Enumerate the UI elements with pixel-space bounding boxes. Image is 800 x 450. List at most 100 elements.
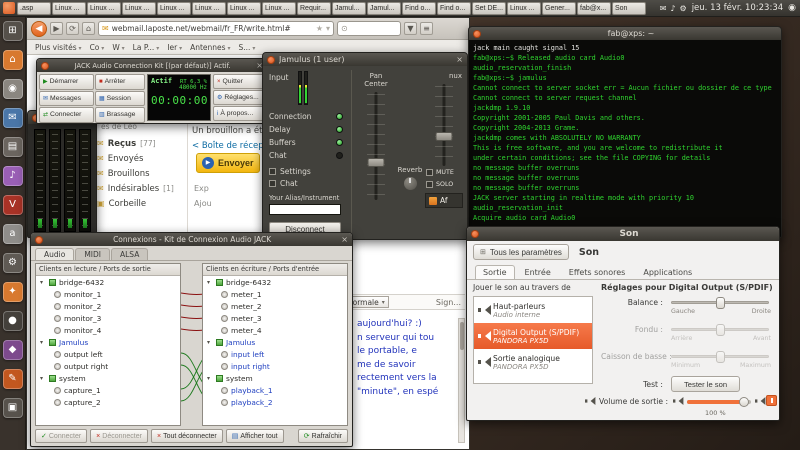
taskbar-window-button[interactable]: Linux ... [227, 2, 261, 15]
app-icon[interactable] [3, 2, 15, 14]
Indésirables[interactable]: ✉ Indésirables [1] [97, 181, 193, 196]
fader-handle[interactable] [368, 158, 385, 167]
expand-arrow-icon[interactable]: ▾ [207, 375, 213, 382]
close-button[interactable] [35, 236, 43, 244]
taskbar-window-button[interactable]: Linux ... [507, 2, 541, 15]
taskbar-window-button[interactable]: Linux ... [122, 2, 156, 15]
port-tree-row[interactable]: ▾ Jamulus [36, 336, 180, 348]
connections-button[interactable]: ⟳ Rafraîchir [298, 429, 348, 443]
mute-checkbox[interactable]: MUTE [424, 166, 464, 178]
expand-arrow-icon[interactable]: ▾ [40, 339, 46, 346]
inbox-back-link[interactable]: < Boîte de récept [192, 141, 267, 151]
alias-input[interactable] [269, 204, 341, 215]
qjackctl-titlebar[interactable]: JACK Audio Connection Kit [(par défaut)]… [37, 59, 267, 72]
mail-icon[interactable]: ✉ [3, 108, 23, 128]
connections-button[interactable]: ✓ Connecter [35, 429, 87, 443]
connections-titlebar[interactable]: Connexions - Kit de Connexion Audio JACK… [31, 233, 352, 246]
slider-track[interactable] [671, 301, 769, 304]
browser-icon[interactable]: ◉ [3, 79, 23, 99]
editor-scrollbar[interactable] [458, 318, 465, 443]
bookmark-item[interactable]: Plus visités [35, 43, 82, 52]
gem-icon[interactable]: ◆ [3, 340, 23, 360]
connections-tab[interactable]: Audio [35, 248, 74, 260]
port-tree-row[interactable]: ▾ playback_1 [203, 384, 347, 396]
Sortie analogique[interactable]: Sortie analogique PANDORA PX5D [474, 349, 592, 375]
bookmark-item[interactable]: W [112, 43, 124, 52]
url-bar[interactable]: ✉ webmail.laposte.net/webmail/fr_FR/writ… [98, 21, 334, 36]
qjackctl-button[interactable]: ■ Arrêter [95, 74, 145, 90]
slider-track[interactable] [671, 355, 769, 358]
close-button[interactable] [471, 230, 479, 238]
settings-icon[interactable]: ⚙ [3, 253, 23, 273]
Brouillons[interactable]: ✉ Brouillons [97, 166, 193, 181]
bookmark-star-icon[interactable]: ★ [316, 24, 323, 33]
expand-arrow-icon[interactable]: ▾ [207, 339, 213, 346]
port-tree-row[interactable]: ▾ capture_2 [36, 396, 180, 408]
taskbar-window-button[interactable]: Find o... [437, 2, 471, 15]
close-button[interactable] [473, 30, 481, 38]
status-indicator-icon[interactable]: ⚙ [680, 1, 687, 16]
close-icon[interactable]: × [456, 55, 463, 64]
terminal-titlebar[interactable]: fab@xps: ~ [469, 27, 781, 40]
connections-tab[interactable]: MIDI [75, 248, 110, 260]
audacity-icon[interactable]: a [3, 224, 23, 244]
power-icon[interactable]: ◉ [788, 3, 796, 13]
qjackctl-button[interactable]: ✉ Messages [39, 91, 94, 107]
downloads-icon[interactable]: ▼ [404, 22, 417, 35]
menu-icon[interactable]: ≡ [420, 22, 433, 35]
port-tree-row[interactable]: ▾ monitor_1 [36, 288, 180, 300]
trash-icon[interactable]: ▣ [3, 398, 23, 418]
port-tree-row[interactable]: ▾ output right [36, 360, 180, 372]
sound-tab[interactable]: Effets sonores [561, 265, 634, 279]
Digital Output (S/PDIF)[interactable]: Digital Output (S/PDIF) PANDORA PX5D [474, 323, 592, 349]
qjackctl-button[interactable]: × Quitter [213, 74, 265, 89]
qjackctl-button[interactable]: ▶ Démarrer [39, 74, 94, 90]
volume-low-icon[interactable] [672, 396, 682, 406]
bookmark-item[interactable]: La P... [133, 43, 160, 52]
taskbar-window-button[interactable]: fab@x... [577, 2, 611, 15]
view-checkbox[interactable]: Settings [269, 165, 343, 177]
expand-arrow-icon[interactable]: ▾ [207, 279, 213, 286]
slider-handle[interactable] [716, 297, 725, 309]
disk-icon[interactable]: ● [3, 311, 23, 331]
office-icon[interactable]: ▤ [3, 137, 23, 157]
back-button[interactable]: ◀ [31, 21, 47, 37]
send-button[interactable]: ▶ Envoyer [196, 153, 260, 173]
taskbar-window-button[interactable]: Linux ... [52, 2, 86, 15]
Haut-parleurs[interactable]: Haut-parleurs Audio interne [474, 297, 592, 323]
jamulus-titlebar[interactable]: Jamulus (1 user) × [263, 53, 467, 66]
sound-tab[interactable]: Applications [635, 265, 700, 279]
taskbar-window-button[interactable]: Requir... [297, 2, 331, 15]
video-icon[interactable]: V [3, 195, 23, 215]
forward-button[interactable]: ▶ [50, 22, 63, 35]
bookmark-item[interactable]: Antennes [190, 43, 230, 52]
all-settings-button[interactable]: ⊞ Tous les paramètres [473, 244, 569, 260]
edit-icon[interactable]: ✎ [3, 369, 23, 389]
port-tree-row[interactable]: ▾ bridge-6432 [36, 276, 180, 288]
port-tree-row[interactable]: ▾ meter_3 [203, 312, 347, 324]
checkbox-box[interactable] [426, 181, 433, 188]
Corbeille[interactable]: ▣ Corbeille [97, 196, 193, 211]
taskbar-window-button[interactable]: Jamul... [332, 2, 366, 15]
qjackctl-button[interactable]: ▥ Brassage [95, 107, 145, 123]
close-button[interactable] [267, 56, 275, 64]
sound-titlebar[interactable]: Son [467, 227, 779, 241]
slider-handle[interactable] [716, 351, 725, 363]
connections-button[interactable]: × Déconnecter [90, 429, 148, 443]
taskbar-window-button[interactable]: Linux ... [192, 2, 226, 15]
port-tree-row[interactable]: ▾ output left [36, 348, 180, 360]
connections-button[interactable]: × Tout déconnecter [151, 429, 223, 443]
port-tree-row[interactable]: ▾ system [203, 372, 347, 384]
taskbar-window-button[interactable]: Jamul... [367, 2, 401, 15]
close-button[interactable] [41, 62, 49, 70]
port-tree-row[interactable]: ▾ bridge-6432 [203, 276, 347, 288]
dash-icon[interactable]: ⊞ [3, 21, 23, 41]
taskbar-window-button[interactable]: .asp [17, 2, 51, 15]
home-icon[interactable]: ⌂ [3, 50, 23, 70]
solo-checkbox[interactable]: SOLO [424, 178, 464, 190]
volume-high-icon[interactable] [754, 396, 764, 406]
taskbar-window-button[interactable]: Linux ... [157, 2, 191, 15]
port-tree-row[interactable]: ▾ meter_4 [203, 324, 347, 336]
bookmark-item[interactable]: Ier [167, 43, 182, 52]
volume-handle[interactable] [739, 397, 749, 407]
